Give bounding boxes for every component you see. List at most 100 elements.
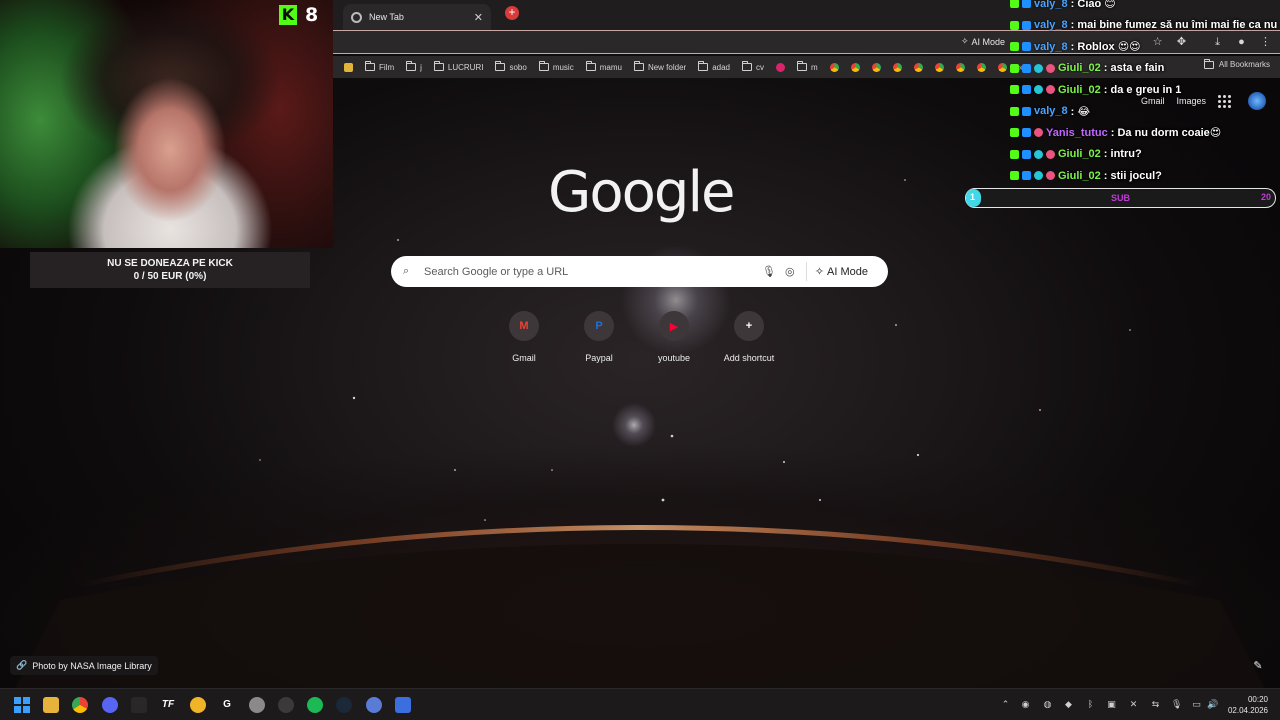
bookmark-site[interactable] <box>770 57 791 77</box>
windows-start-icon[interactable] <box>14 697 30 713</box>
bookmark-folder[interactable]: Film <box>359 57 400 77</box>
avatar-app-icon[interactable] <box>249 697 265 713</box>
tray-discord-icon[interactable]: ◆ <box>1063 699 1074 710</box>
kick-viewer-badge: K 8 <box>279 4 318 26</box>
spotify-icon[interactable] <box>307 697 323 713</box>
tray-overflow-chevron-icon[interactable]: ⌃ <box>1000 699 1011 710</box>
bookmark-label: mamu <box>599 62 622 72</box>
chat-text: : 😂 <box>1070 105 1091 118</box>
bookmark-label: j <box>420 62 422 72</box>
omnibar-ai-mode-chip[interactable]: ✧ AI Mode <box>961 36 1005 47</box>
sub-goal-target: 20 <box>1260 192 1271 202</box>
bookmark-label: music <box>552 62 574 72</box>
tray-bluetooth-icon[interactable]: ᛒ <box>1085 699 1096 710</box>
shortcut-paypal[interactable]: P Paypal <box>575 311 623 363</box>
shortcut-gmail[interactable]: M Gmail <box>500 311 548 363</box>
tray-network-icon[interactable]: ▭ <box>1191 699 1202 710</box>
bookmark-folder[interactable]: cv <box>736 57 770 77</box>
bookmark-folder[interactable]: m <box>791 57 824 77</box>
file-explorer-icon[interactable] <box>43 697 59 713</box>
chat-username: valy_8 <box>1034 19 1068 32</box>
bookmark-folder[interactable]: LUCRURI <box>428 57 490 77</box>
new-tab-button[interactable]: + <box>505 6 519 20</box>
bookmark-folder[interactable]: New folder <box>628 57 692 77</box>
chat-username: valy_8 <box>1034 105 1068 118</box>
bookmark-site[interactable] <box>866 57 887 77</box>
chat-message: valy_8: Ciao 😊 <box>1010 0 1280 15</box>
streamer-webcam-overlay: K 8 <box>0 0 333 248</box>
sub-goal-label: SUB <box>1110 193 1130 203</box>
customize-pencil-icon[interactable]: ✎ <box>1250 658 1266 674</box>
chat-text: : asta e fain <box>1103 62 1165 75</box>
bookmark-site[interactable] <box>950 57 971 77</box>
google-logo: Google <box>548 160 735 225</box>
photo-credit-label: Photo by NASA Image Library <box>32 660 152 671</box>
taskbar-clock[interactable]: 00:20 02.04.2026 <box>1226 694 1268 716</box>
shortcut-youtube[interactable]: ▶ youtube <box>650 311 698 363</box>
bookmark-site[interactable] <box>824 57 845 77</box>
tf-app-icon[interactable]: TF <box>160 697 176 713</box>
tray-app-icon[interactable]: ⇆ <box>1150 699 1161 710</box>
bookmark-site[interactable] <box>887 57 908 77</box>
tray-volume-icon[interactable]: 🔊 <box>1207 699 1218 710</box>
bookmark-site[interactable] <box>845 57 866 77</box>
bookmark-folder[interactable]: sobo <box>489 57 532 77</box>
drive-favicon-icon <box>976 62 986 72</box>
tray-app-icon[interactable]: ▣ <box>1106 699 1117 710</box>
blue-badge-icon <box>1022 63 1031 73</box>
tray-app-icon[interactable]: ✕ <box>1128 699 1139 710</box>
bookmark-folder[interactable]: music <box>533 57 580 77</box>
bookmark-folder[interactable]: adad <box>692 57 736 77</box>
close-tab-icon[interactable]: ✕ <box>474 11 483 24</box>
ntp-search-box[interactable]: ⌕ 🎙 ◎ ✧ AI Mode <box>391 256 888 287</box>
tray-steam-icon[interactable]: ◍ <box>1042 699 1053 710</box>
chat-username: Giuli_02 <box>1058 148 1101 161</box>
pink-badge-icon <box>1034 128 1043 138</box>
ai-mode-button[interactable]: ✧ AI Mode <box>805 262 876 281</box>
kick-badge-icon <box>1010 42 1019 52</box>
tab-new-tab[interactable]: New Tab ✕ <box>343 4 491 30</box>
link-icon: 🔗 <box>16 660 28 670</box>
chat-username: Giuli_02 <box>1058 62 1101 75</box>
blue-badge-icon <box>1022 20 1031 30</box>
bookmark-label: New folder <box>647 62 687 72</box>
shortcut-label: Paypal <box>585 353 613 363</box>
pink-badge-icon <box>1046 63 1055 73</box>
shortcut-label: youtube <box>657 353 691 363</box>
coin-app-icon[interactable] <box>190 697 206 713</box>
search-input[interactable] <box>424 265 752 278</box>
network-app-icon[interactable] <box>366 697 382 713</box>
stream-chat-overlay: valy_8: Ciao 😊 valy_8: mai bine fumez să … <box>1010 0 1280 187</box>
bookmark-folder[interactable]: mamu <box>580 57 628 77</box>
bookmark-apps[interactable] <box>338 57 359 77</box>
tray-microphone-icon[interactable]: 🎙 <box>1171 699 1182 710</box>
chat-username: Giuli_02 <box>1058 169 1101 182</box>
tab-title: New Tab <box>369 12 404 22</box>
bookmark-site[interactable] <box>971 57 992 77</box>
blue-badge-icon <box>1022 128 1031 138</box>
tray-app-icon[interactable]: ◉ <box>1020 699 1031 710</box>
kick-badge-icon <box>1010 63 1019 73</box>
bookmark-site[interactable] <box>908 57 929 77</box>
chat-message: Giuli_02: intru? <box>1010 144 1280 166</box>
bookmark-site[interactable] <box>929 57 950 77</box>
microphone-icon[interactable]: 🎙 <box>762 266 776 278</box>
folder-icon <box>796 61 807 71</box>
discord-icon[interactable] <box>102 697 118 713</box>
folder-icon <box>633 61 644 71</box>
photo-credit-link[interactable]: 🔗 Photo by NASA Image Library <box>10 656 158 675</box>
chat-text: : Roblox 😍😍 <box>1070 41 1141 54</box>
add-shortcut-button[interactable]: + Add shortcut <box>719 311 779 363</box>
app-blank-icon[interactable] <box>131 697 147 713</box>
blue-app-icon[interactable] <box>395 697 411 713</box>
folder-icon <box>538 61 549 71</box>
kick-logo-icon: K <box>279 5 297 25</box>
google-g-icon[interactable]: G <box>219 697 235 713</box>
google-lens-icon[interactable]: ◎ <box>784 266 796 278</box>
dark-app-icon[interactable] <box>278 697 294 713</box>
bookmark-folder[interactable]: j <box>400 57 428 77</box>
chrome-icon[interactable] <box>72 697 88 713</box>
viewer-count: 8 <box>305 4 319 26</box>
sparkle-search-icon: ✧ <box>814 266 825 278</box>
steam-icon[interactable] <box>336 697 352 713</box>
